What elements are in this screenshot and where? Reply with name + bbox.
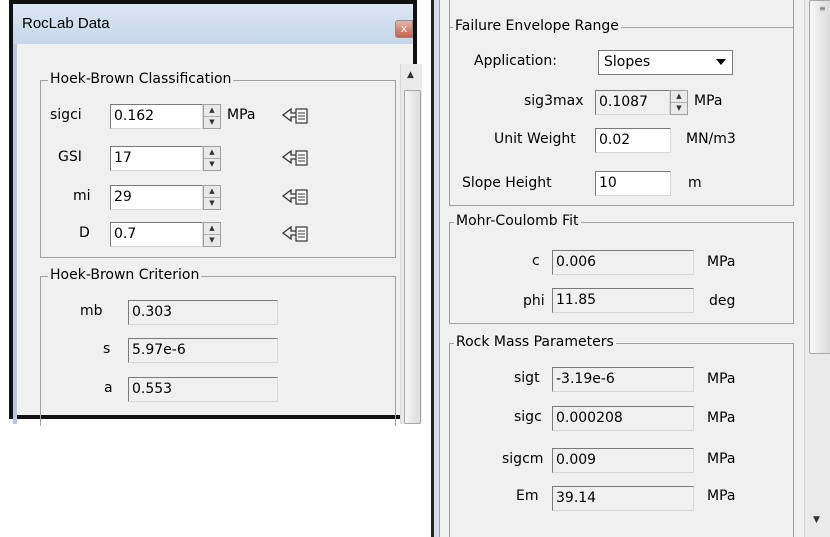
spin-down-icon[interactable]: ▼ (671, 103, 687, 114)
sigci-pick-button[interactable] (277, 104, 313, 129)
pick-value-icon (281, 107, 308, 124)
c-value: 0.006 (552, 250, 694, 275)
phi-label: phi (523, 293, 545, 309)
window-frame-edge (434, 0, 440, 537)
em-value: 39.14 (552, 486, 694, 511)
pick-value-icon (281, 225, 308, 242)
group-label: Hoek-Brown Classification (48, 71, 234, 87)
spin-up-icon[interactable]: ▲ (204, 186, 220, 198)
em-label: Em (516, 488, 539, 504)
title-bar: RocLab Data (13, 4, 413, 44)
chevron-down-icon (716, 59, 726, 65)
phi-value: 11.85 (552, 288, 694, 313)
em-unit: MPa (707, 488, 736, 504)
s-value: 5.97e-6 (128, 338, 278, 363)
c-unit: MPa (707, 254, 736, 270)
sigt-value: -3.19e-6 (552, 367, 694, 392)
a-value: 0.553 (128, 377, 278, 402)
sigc-label: sigc (514, 409, 542, 425)
sigci-unit: MPa (227, 107, 256, 123)
pick-value-icon (281, 149, 308, 166)
application-select[interactable]: Slopes (598, 50, 733, 75)
mi-input[interactable]: 29 (110, 185, 203, 210)
c-label: c (532, 253, 540, 269)
d-label: D (79, 225, 90, 241)
spin-down-icon[interactable]: ▼ (204, 159, 220, 170)
sigcm-unit: MPa (707, 451, 736, 467)
sigt-label: sigt (514, 370, 540, 386)
phi-unit: deg (709, 293, 736, 309)
a-label: a (104, 380, 113, 396)
group-label: Mohr-Coulomb Fit (454, 213, 581, 229)
vertical-scrollbar[interactable]: ▲ (400, 64, 422, 424)
spin-up-icon[interactable]: ▲ (671, 91, 687, 103)
gsi-label: GSI (58, 149, 82, 165)
d-spinner[interactable]: ▲ ▼ (203, 222, 221, 247)
window-frame-edge (13, 44, 17, 424)
spin-up-icon[interactable]: ▲ (204, 147, 220, 159)
roclab-data-window-scrolled: Failure Envelope Range Application: Slop… (431, 0, 830, 537)
scroll-down-icon[interactable]: ▼ (813, 515, 820, 525)
mb-value: 0.303 (128, 300, 278, 325)
slope-height-input[interactable]: 10 (595, 171, 671, 196)
mi-pick-button[interactable] (277, 185, 313, 210)
sigcm-value: 0.009 (552, 448, 694, 473)
roclab-data-window: RocLab Data x Hoek-Brown Classification … (9, 0, 422, 426)
sigc-value: 0.000208 (552, 406, 694, 431)
close-icon: x (400, 22, 408, 35)
mb-label: mb (80, 303, 103, 319)
application-value: Slopes (604, 54, 651, 70)
sigc-unit: MPa (707, 410, 736, 426)
gsi-input[interactable]: 17 (110, 146, 203, 171)
vertical-scrollbar[interactable]: ≡ ▼ (804, 0, 830, 537)
group-label: Rock Mass Parameters (454, 334, 616, 350)
group-label: Failure Envelope Range (453, 18, 621, 34)
slope-height-label: Slope Height (462, 175, 552, 191)
mi-label: mi (73, 188, 91, 204)
sig3max-label: sig3max (524, 93, 584, 109)
grip-icon: ≡ (819, 4, 826, 13)
spin-up-icon[interactable]: ▲ (204, 223, 220, 235)
close-button[interactable]: x (395, 20, 413, 38)
spin-down-icon[interactable]: ▼ (204, 117, 220, 128)
window-title: RocLab Data (22, 15, 110, 32)
sigci-label: sigci (50, 107, 82, 123)
spin-down-icon[interactable]: ▼ (204, 235, 220, 246)
d-input[interactable]: 0.7 (110, 222, 203, 247)
sig3max-unit: MPa (694, 93, 723, 109)
d-pick-button[interactable] (277, 222, 313, 247)
unit-weight-label: Unit Weight (494, 131, 576, 147)
sigci-input[interactable]: 0.162 (110, 104, 203, 129)
scroll-up-icon[interactable]: ▲ (407, 70, 414, 80)
unit-weight-unit: MN/m3 (686, 131, 736, 147)
sig3max-spinner[interactable]: ▲ ▼ (670, 90, 688, 115)
gsi-spinner[interactable]: ▲ ▼ (203, 146, 221, 171)
spin-up-icon[interactable]: ▲ (204, 105, 220, 117)
scroll-thumb[interactable] (404, 90, 421, 424)
s-label: s (103, 341, 111, 357)
application-label: Application: (474, 53, 557, 69)
pick-value-icon (281, 188, 308, 205)
group-label: Hoek-Brown Criterion (48, 267, 202, 283)
sigci-spinner[interactable]: ▲ ▼ (203, 104, 221, 129)
sigcm-label: sigcm (502, 451, 544, 467)
sig3max-value: 0.1087 (595, 90, 670, 115)
sigt-unit: MPa (707, 371, 736, 387)
unit-weight-input[interactable]: 0.02 (595, 128, 671, 153)
scroll-thumb[interactable]: ≡ (809, 0, 830, 354)
mi-spinner[interactable]: ▲ ▼ (203, 185, 221, 210)
gsi-pick-button[interactable] (277, 146, 313, 171)
slope-height-unit: m (688, 175, 702, 191)
spin-down-icon[interactable]: ▼ (204, 198, 220, 209)
